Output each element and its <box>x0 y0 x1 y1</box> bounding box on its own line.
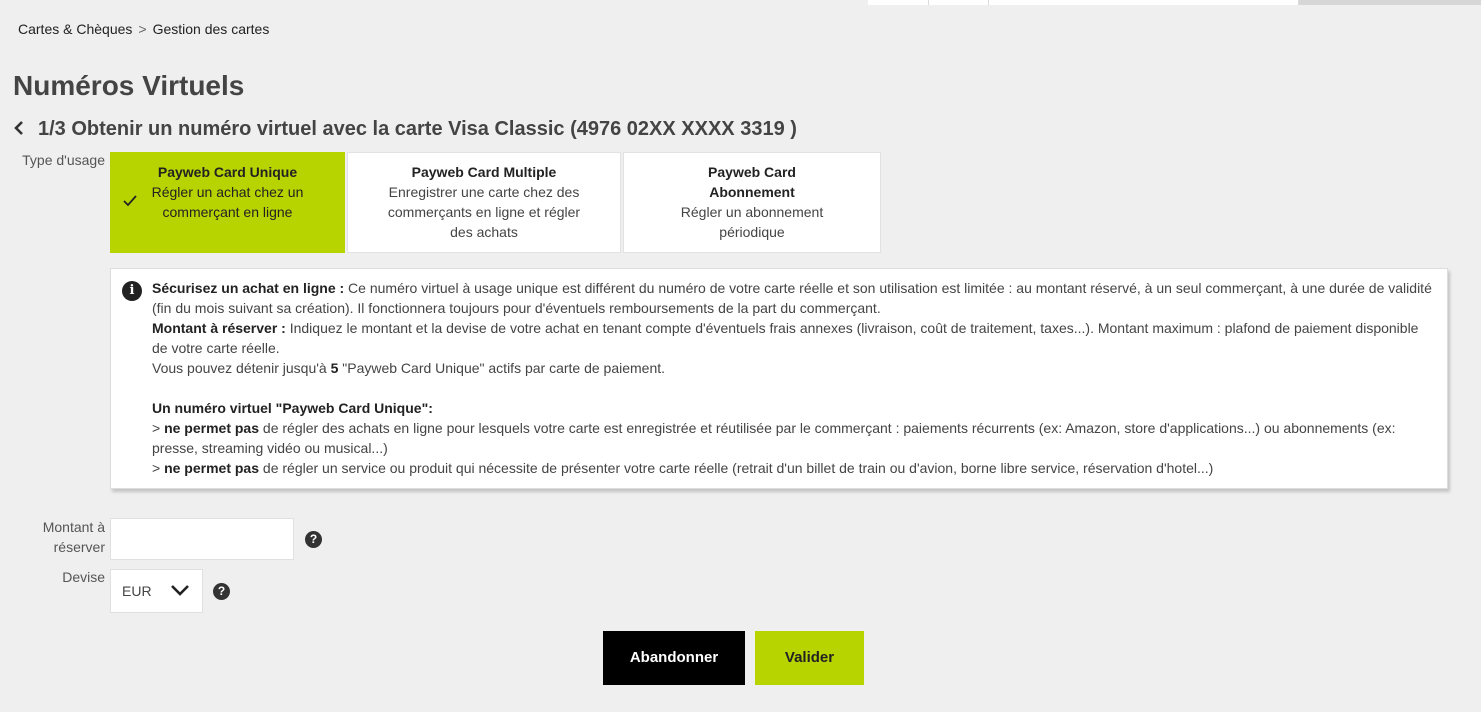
chevron-left-icon[interactable] <box>13 119 35 140</box>
currency-value: EUR <box>122 583 152 599</box>
chevron-down-icon <box>171 585 189 596</box>
breadcrumb-item-cards[interactable]: Cartes & Chèques <box>18 21 132 37</box>
breadcrumb-separator: > <box>138 21 147 37</box>
info-restriction-item: > ne permet pas de régler un service ou … <box>152 460 1214 476</box>
option-description: Enregistrer une carte chez des commerçan… <box>387 184 581 240</box>
option-title: Payweb Card Unique <box>157 164 298 180</box>
currency-select[interactable]: EUR <box>110 569 203 613</box>
breadcrumb-item-card-management: Gestion des cartes <box>152 21 270 37</box>
top-tab[interactable] <box>929 0 989 5</box>
option-description: Régler un abonnement périodique <box>680 204 824 240</box>
info-paragraph-secure: Sécurisez un achat en ligne : Ce numéro … <box>152 280 1432 316</box>
page-title: Numéros Virtuels <box>13 70 245 101</box>
step-title: 1/3 Obtenir un numéro virtuel avec la ca… <box>13 118 797 141</box>
top-tab[interactable] <box>868 0 929 5</box>
step-title-text: 1/3 Obtenir un numéro virtuel avec la ca… <box>38 118 797 140</box>
amount-label: Montant à réserver <box>42 519 105 555</box>
help-icon[interactable]: ? <box>305 531 322 548</box>
usage-type-label: Type d'usage <box>22 152 105 168</box>
info-restrictions-title: Un numéro virtuel "Payweb Card Unique": <box>152 400 433 416</box>
cancel-button[interactable]: Abandonner <box>603 631 745 685</box>
option-description: Régler un achat chez un commerçant en li… <box>151 184 304 220</box>
checkmark-icon <box>123 193 137 213</box>
option-payweb-card-multiple[interactable]: Payweb Card Multiple Enregistrer une car… <box>347 152 621 253</box>
info-paragraph-amount: Montant à réserver : Indiquez le montant… <box>152 320 1419 356</box>
option-payweb-card-abonnement[interactable]: Payweb Card Abonnement Régler un abonnem… <box>623 152 881 253</box>
help-icon[interactable]: ? <box>213 583 230 600</box>
info-panel: i Sécurisez un achat en ligne : Ce numér… <box>110 268 1448 489</box>
info-paragraph-limit: Vous pouvez détenir jusqu'à 5 "Payweb Ca… <box>152 360 666 376</box>
info-icon: i <box>122 281 142 301</box>
currency-label: Devise <box>62 569 105 585</box>
amount-input[interactable] <box>110 518 294 560</box>
option-title: Payweb Card Abonnement <box>708 164 796 200</box>
top-tab-strip <box>868 0 1481 5</box>
usage-type-options: Payweb Card Unique Régler un achat chez … <box>110 152 881 253</box>
info-restriction-item: > ne permet pas de régler des achats en … <box>152 420 1396 456</box>
option-payweb-card-unique[interactable]: Payweb Card Unique Régler un achat chez … <box>110 152 345 253</box>
top-tab[interactable] <box>989 0 1299 5</box>
top-tab-filler <box>1299 0 1481 5</box>
submit-button[interactable]: Valider <box>755 631 864 685</box>
breadcrumb: Cartes & Chèques > Gestion des cartes <box>18 21 269 37</box>
option-title: Payweb Card Multiple <box>411 164 557 180</box>
